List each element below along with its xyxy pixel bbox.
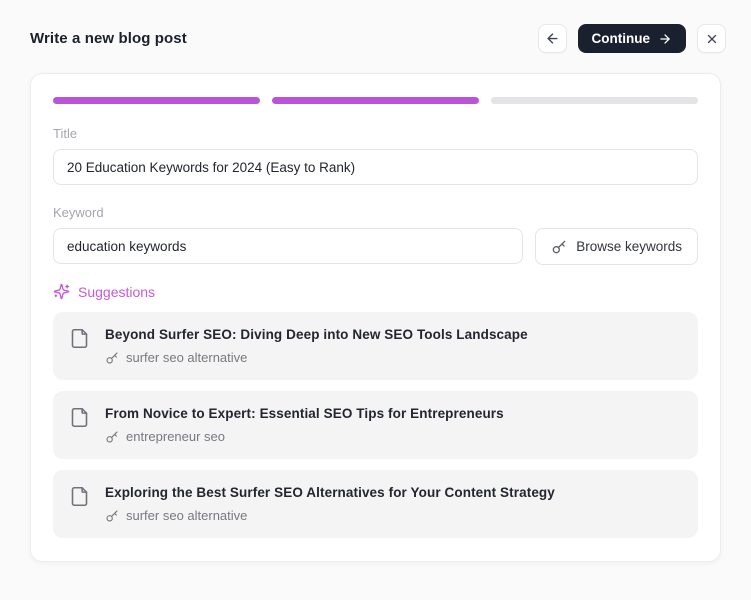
suggestion-title: Beyond Surfer SEO: Diving Deep into New … <box>105 327 528 342</box>
browse-keywords-label: Browse keywords <box>576 239 682 254</box>
progress-step-1 <box>53 97 260 104</box>
suggestion-item[interactable]: Beyond Surfer SEO: Diving Deep into New … <box>53 312 698 380</box>
progress-step-3 <box>491 97 698 104</box>
keyword-label: Keyword <box>53 205 104 220</box>
suggestion-content: Beyond Surfer SEO: Diving Deep into New … <box>105 327 528 365</box>
progress-bar <box>53 97 698 104</box>
key-icon <box>106 430 118 443</box>
suggestion-keyword: surfer seo alternative <box>126 350 248 365</box>
suggestion-keyword: surfer seo alternative <box>126 508 248 523</box>
browse-keywords-button[interactable]: Browse keywords <box>535 228 698 265</box>
close-button[interactable] <box>697 24 726 53</box>
key-icon <box>106 351 118 364</box>
close-icon <box>707 34 716 43</box>
file-icon <box>71 407 88 428</box>
continue-button-label: Continue <box>591 31 651 46</box>
dialog-card: Title Keyword Browse keywords Suggestion… <box>30 73 721 562</box>
keyword-input[interactable] <box>53 228 524 264</box>
suggestions-heading: Suggestions <box>53 283 698 300</box>
continue-button[interactable]: Continue <box>577 24 686 53</box>
file-icon <box>71 486 88 507</box>
arrow-left-icon <box>546 33 558 44</box>
suggestion-keyword-row: entrepreneur seo <box>105 429 504 444</box>
suggestion-item[interactable]: Exploring the Best Surfer SEO Alternativ… <box>53 470 698 538</box>
arrow-right-icon <box>660 33 670 44</box>
title-input[interactable] <box>53 149 698 185</box>
sparkles-icon <box>53 283 70 300</box>
suggestions-heading-label: Suggestions <box>78 283 156 300</box>
suggestion-content: From Novice to Expert: Essential SEO Tip… <box>105 406 504 444</box>
suggestion-keyword: entrepreneur seo <box>126 429 226 444</box>
file-icon <box>71 328 88 349</box>
suggestion-content: Exploring the Best Surfer SEO Alternativ… <box>105 485 555 523</box>
page-title: Write a new blog post <box>30 30 187 47</box>
suggestion-title: From Novice to Expert: Essential SEO Tip… <box>105 406 504 421</box>
suggestion-title: Exploring the Best Surfer SEO Alternativ… <box>105 485 555 500</box>
key-icon <box>106 509 118 522</box>
header-actions: Continue <box>537 24 726 53</box>
suggestion-keyword-row: surfer seo alternative <box>105 350 528 365</box>
progress-step-2 <box>272 97 479 104</box>
key-icon <box>552 240 566 253</box>
suggestion-keyword-row: surfer seo alternative <box>105 508 555 523</box>
suggestion-item[interactable]: From Novice to Expert: Essential SEO Tip… <box>53 391 698 459</box>
title-label: Title <box>53 126 78 141</box>
back-button[interactable] <box>537 24 567 53</box>
dialog-header: Write a new blog post Continue <box>0 0 751 53</box>
keyword-row: Browse keywords <box>53 228 698 265</box>
